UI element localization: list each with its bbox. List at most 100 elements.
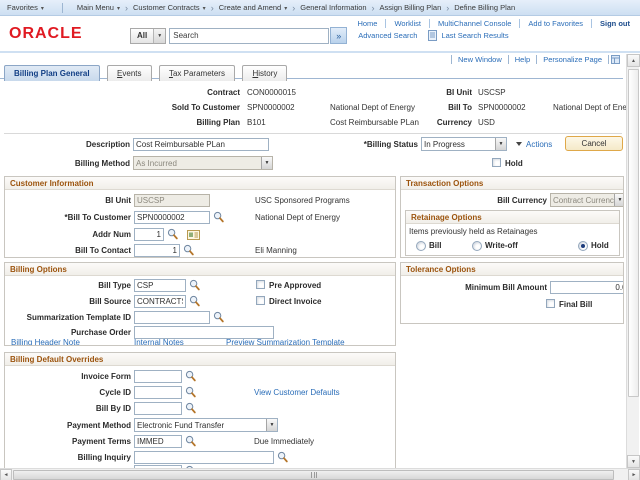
lookup-icon[interactable] (189, 279, 200, 291)
addr-num-input[interactable] (134, 228, 164, 241)
sold-to-customer-value: SPN0000002 (247, 102, 295, 114)
payment-terms-desc: Due Immediately (254, 436, 314, 448)
customer-information-title: Customer Information (5, 177, 395, 190)
breadcrumb-define-billing-plan[interactable]: Define Billing Plan (454, 3, 515, 12)
scroll-up-icon[interactable]: ▲ (627, 54, 640, 67)
tab-billing-plan-general[interactable]: Billing Plan General (4, 65, 100, 81)
lookup-icon[interactable] (213, 311, 224, 323)
breadcrumb-main-menu[interactable]: Main Menu▾ (77, 3, 120, 12)
horizontal-scrollbar[interactable]: ◄ ► (0, 468, 640, 480)
breadcrumb-customer-contracts[interactable]: Customer Contracts▾ (133, 3, 206, 12)
vertical-scrollbar-thumb[interactable] (628, 69, 639, 397)
breadcrumb-assign-billing-plan[interactable]: Assign Billing Plan (380, 3, 442, 12)
bill-by-id-input[interactable] (134, 402, 182, 415)
write-off-radio[interactable] (472, 241, 482, 251)
lookup-icon[interactable] (277, 451, 288, 463)
bill-to-customer-input[interactable] (134, 211, 210, 224)
bill-radio-label: Bill (429, 240, 441, 252)
payment-terms-label: Payment Terms (5, 436, 131, 448)
horizontal-scrollbar-thumb[interactable] (13, 470, 614, 480)
minimum-bill-amount-input[interactable] (550, 281, 624, 294)
hold-checkbox[interactable] (492, 158, 501, 167)
vertical-scrollbar[interactable]: ▲ ▼ (626, 54, 639, 468)
search-go-button[interactable]: » (330, 27, 347, 44)
retainage-options-section: Retainage Options Items previously held … (405, 210, 620, 256)
lookup-icon[interactable] (185, 386, 196, 398)
nav-add-to-favorites-link[interactable]: Add to Favorites (519, 19, 591, 28)
hold-radio[interactable] (578, 241, 588, 251)
breadcrumb-create-and-amend[interactable]: Create and Amend▾ (219, 3, 288, 12)
breadcrumb-divider (62, 3, 63, 13)
chevron-down-icon[interactable]: ▼ (153, 29, 165, 43)
new-window-link[interactable]: New Window (451, 55, 508, 64)
preview-summarization-template-link[interactable]: Preview Summarization Template (226, 337, 345, 346)
billing-method-select: As Incurred ▼ (133, 156, 273, 170)
lookup-icon[interactable] (185, 402, 196, 414)
cycle-id-label: Cycle ID (5, 387, 131, 399)
breadcrumb-general-information[interactable]: General Information (300, 3, 366, 12)
currency-value: USD (478, 117, 495, 129)
view-customer-defaults-link[interactable]: View Customer Defaults (254, 387, 340, 399)
lookup-icon[interactable] (167, 228, 178, 240)
billing-header-note-link[interactable]: Billing Header Note (11, 337, 80, 346)
lookup-icon[interactable] (185, 370, 196, 382)
tab-events[interactable]: Events (107, 65, 151, 81)
payment-terms-input[interactable] (134, 435, 182, 448)
internal-notes-link[interactable]: Internal Notes (134, 337, 184, 346)
scroll-right-icon[interactable]: ► (628, 469, 640, 480)
final-bill-checkbox[interactable] (546, 299, 555, 308)
lookup-icon[interactable] (183, 244, 194, 256)
breadcrumb-favorites[interactable]: Favorites▾ (7, 3, 44, 12)
chevron-down-icon: ▼ (614, 194, 624, 206)
bill-currency-label: Bill Currency (401, 195, 547, 207)
bill-to-contact-desc: Eli Manning (255, 245, 297, 257)
description-input[interactable] (133, 138, 269, 151)
bill-to-customer-desc: National Dept of Energy (255, 212, 340, 224)
last-search-results-link[interactable]: Last Search Results (428, 30, 508, 41)
summarization-template-input[interactable] (134, 311, 210, 324)
scrollbar-grip (311, 472, 317, 478)
chevron-right-icon: › (125, 3, 128, 13)
bill-to-contact-input[interactable] (134, 244, 180, 257)
addr-num-label: Addr Num (5, 229, 131, 241)
bill-radio[interactable] (416, 241, 426, 251)
nav-sign-out-link[interactable]: Sign out (591, 19, 630, 28)
personalize-page-link[interactable]: Personalize Page (536, 55, 609, 64)
tab-tax-parameters[interactable]: Tax Parameters (159, 65, 235, 81)
scroll-left-icon[interactable]: ◄ (0, 469, 12, 480)
address-card-icon[interactable] (187, 230, 200, 240)
actions-arrow-icon[interactable] (516, 142, 522, 146)
lookup-icon[interactable] (189, 295, 200, 307)
help-link[interactable]: Help (508, 55, 536, 64)
pre-approved-checkbox[interactable] (256, 280, 265, 289)
contract-label: Contract (60, 87, 240, 99)
bi-unit-desc: USC Sponsored Programs (255, 195, 350, 207)
chevron-down-icon[interactable]: ▼ (495, 138, 506, 150)
contract-value: CON0000015 (247, 87, 296, 99)
summarization-template-label: Summarization Template ID (5, 312, 131, 324)
retainage-note: Items previously held as Retainages (409, 226, 538, 238)
payment-method-select[interactable]: Electronic Fund Transfer ▼ (134, 418, 278, 432)
lookup-icon[interactable] (185, 435, 196, 447)
direct-invoice-checkbox[interactable] (256, 296, 265, 305)
billing-inquiry-input[interactable] (134, 451, 274, 464)
personalize-layout-icon[interactable] (611, 55, 620, 64)
advanced-search-link[interactable]: Advanced Search (358, 31, 417, 40)
invoice-form-input[interactable] (134, 370, 182, 383)
chevron-down-icon[interactable]: ▼ (266, 419, 277, 431)
search-input[interactable] (169, 28, 329, 44)
cancel-button[interactable]: Cancel (565, 136, 623, 151)
actions-link[interactable]: Actions (526, 139, 552, 151)
lookup-icon[interactable] (213, 211, 224, 223)
cycle-id-input[interactable] (134, 386, 182, 399)
tab-history[interactable]: History (242, 65, 287, 81)
separator-line (4, 133, 622, 134)
hold-checkbox-label: Hold (505, 158, 523, 170)
billing-status-select[interactable]: In Progress ▼ (421, 137, 507, 151)
bill-source-input[interactable] (134, 295, 186, 308)
scroll-down-icon[interactable]: ▼ (627, 455, 640, 468)
search-scope-select[interactable]: All ▼ (130, 28, 166, 44)
bill-type-input[interactable] (134, 279, 186, 292)
bill-by-id-label: Bill By ID (5, 403, 131, 415)
bill-type-label: Bill Type (5, 280, 131, 292)
